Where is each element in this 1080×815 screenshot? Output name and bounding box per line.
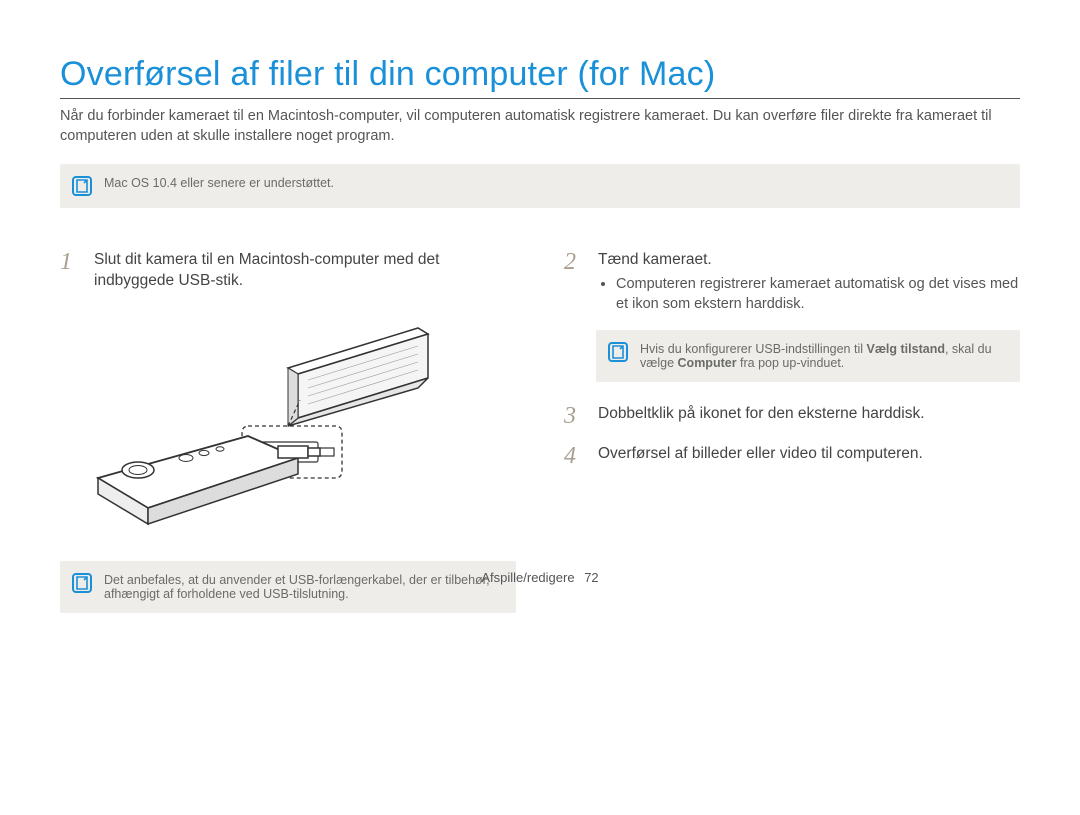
step-text: Overførsel af billeder eller video til c…	[598, 444, 923, 468]
step-1: 1 Slut dit kamera til en Macintosh-compu…	[60, 250, 516, 292]
intro-paragraph: Når du forbinder kameraet til en Macinto…	[60, 107, 1020, 146]
left-column: 1 Slut dit kamera til en Macintosh-compu…	[60, 250, 516, 613]
footer-section: Afspille/redigere	[481, 570, 574, 585]
step-3: 3 Dobbeltklik på ikonet for den eksterne…	[564, 404, 1020, 428]
right-note-text: Hvis du konfigurerer USB-indstillingen t…	[640, 342, 1004, 370]
top-note-text: Mac OS 10.4 eller senere er understøttet…	[104, 176, 334, 190]
footer-page-number: 72	[584, 570, 598, 585]
step-2-bullet: Computeren registrerer kameraet automati…	[616, 275, 1020, 314]
step-text: Tænd kameraet.	[598, 250, 1020, 271]
step-number: 1	[60, 250, 82, 292]
step-number: 3	[564, 404, 586, 428]
page-footer: Afspille/redigere 72	[0, 570, 1080, 585]
right-column: 2 Tænd kameraet. Computeren registrerer …	[564, 250, 1020, 613]
step-number: 4	[564, 444, 586, 468]
manual-page: Overførsel af filer til din computer (fo…	[0, 0, 1080, 613]
note-icon	[72, 176, 92, 196]
right-note: Hvis du konfigurerer USB-indstillingen t…	[596, 330, 1020, 382]
two-column-layout: 1 Slut dit kamera til en Macintosh-compu…	[60, 250, 1020, 613]
step-text: Slut dit kamera til en Macintosh-compute…	[94, 250, 516, 292]
step-text: Dobbeltklik på ikonet for den eksterne h…	[598, 404, 925, 428]
step-2: 2 Tænd kameraet. Computeren registrerer …	[564, 250, 1020, 314]
note-icon	[608, 342, 628, 362]
connection-illustration	[78, 308, 516, 533]
step-number: 2	[564, 250, 586, 314]
top-note: Mac OS 10.4 eller senere er understøttet…	[60, 164, 1020, 208]
page-title: Overførsel af filer til din computer (fo…	[60, 55, 1020, 99]
left-bottom-note: Det anbefales, at du anvender et USB-for…	[60, 561, 516, 613]
step-4: 4 Overførsel af billeder eller video til…	[564, 444, 1020, 468]
